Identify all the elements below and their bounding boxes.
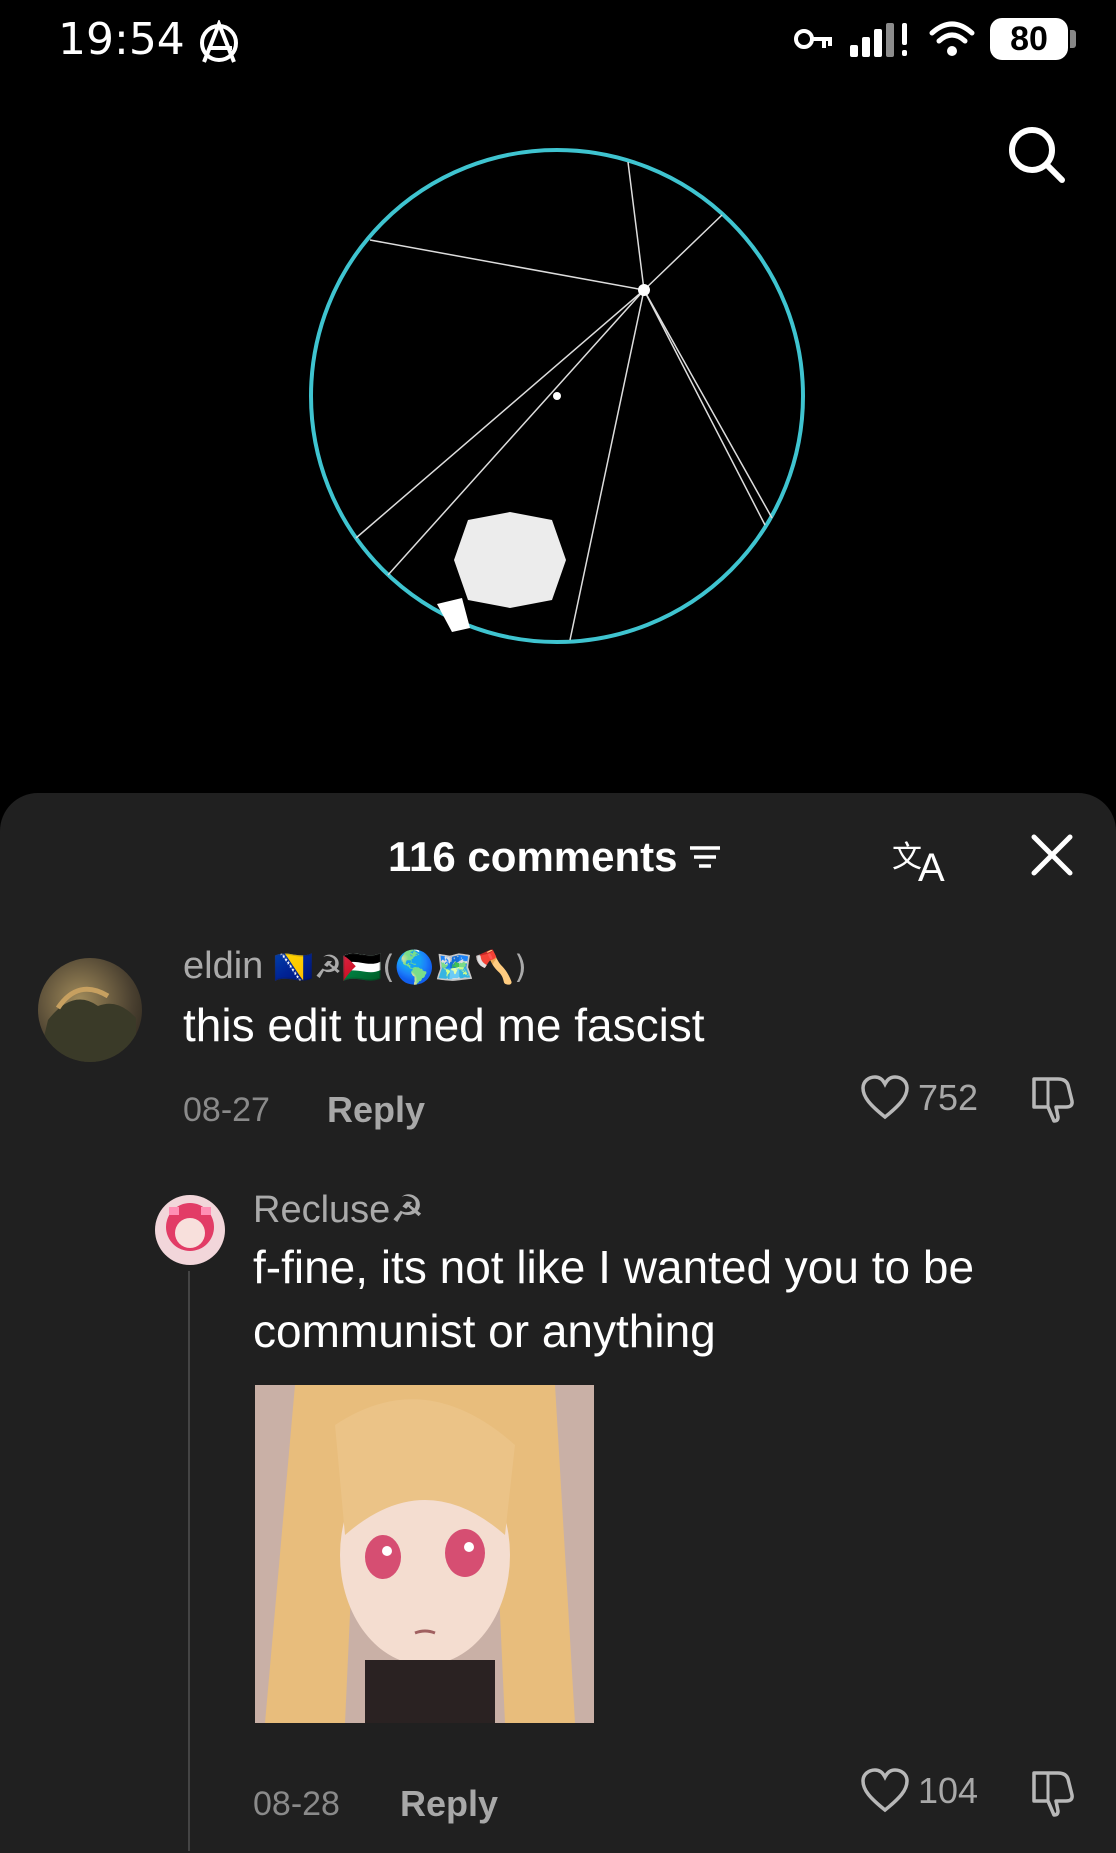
comment-text: this edit turned me fascist [183,999,705,1051]
reply-date: 08-28 [253,1785,340,1823]
comment-date: 08-27 [183,1091,270,1129]
reply-like-button[interactable]: 104 [860,1768,978,1814]
heart-icon [861,1075,909,1120]
comments-sheet: 116 comments 文 A eldin 🇧🇦☭🇵🇸(🌎🗺️� [0,793,1116,1853]
search-icon[interactable] [1004,122,1068,186]
like-count: 752 [918,1077,979,1118]
comment-username[interactable]: eldin 🇧🇦☭🇵🇸(🌎🗺️🪓) [183,945,527,988]
reply-username[interactable]: Recluse☭ [253,1187,424,1232]
reply-text: f-fine, its not like I wanted you to be … [253,1241,975,1357]
reply-reply-button[interactable]: Reply [400,1783,498,1825]
reply-dislike-icon[interactable] [1028,1767,1078,1817]
reply-like-count: 104 [918,1770,979,1811]
video-player[interactable] [0,0,1116,800]
reply-image[interactable] [255,1385,594,1723]
like-button[interactable]: 752 [860,1075,978,1121]
comment-item: eldin 🇧🇦☭🇵🇸(🌎🗺️🪓) this edit turned me fa… [0,793,1116,1153]
reply-avatar[interactable] [155,1195,225,1265]
video-frame [309,148,805,644]
dislike-icon[interactable] [1028,1073,1078,1123]
reply-button[interactable]: Reply [327,1089,425,1131]
reply-item: Recluse☭ f-fine, its not like I wanted y… [0,1183,1116,1853]
heart-icon [861,1768,909,1813]
avatar[interactable] [38,958,142,1062]
